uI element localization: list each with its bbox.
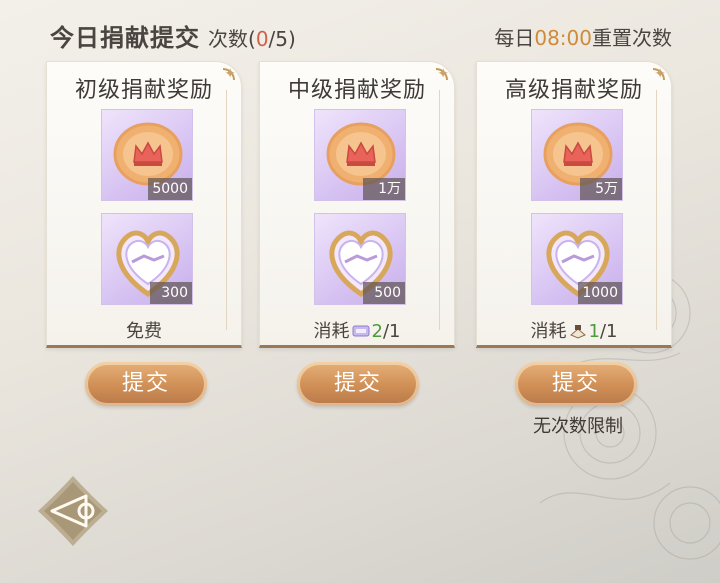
ticket-icon [352,325,369,337]
reset-time: 08:00 [534,26,592,50]
reward-item-coin[interactable]: 5000 [101,109,193,201]
item-quantity: 5万 [580,178,622,200]
item-quantity: 5000 [148,178,192,200]
item-quantity: 1万 [363,178,405,200]
reward-card-intermediate: ✦ 中级捐献奖励 1万 500 消耗 2/1 [259,61,455,348]
page-title: 今日捐献提交 [50,24,200,52]
submission-count: 次数(0/5) [208,27,296,51]
reward-item-coin[interactable]: 1万 [314,109,406,201]
reset-time-note: 每日08:00重置次数 [494,26,672,50]
no-limit-note: 无次数限制 [533,416,623,437]
cost-current: 1 [588,321,600,342]
reward-item-heart[interactable]: 300 [101,213,193,305]
submit-button-intermediate[interactable]: 提交 [297,362,419,406]
cost-current: 2 [371,321,383,342]
submit-button-advanced[interactable]: 提交 [515,362,637,406]
submit-button-basic[interactable]: 提交 [85,362,207,406]
card-title: 中级捐献奖励 [287,78,426,103]
card-border-line [656,90,657,330]
cost-label: 免费 [126,321,162,342]
back-arrow-icon[interactable] [34,472,112,550]
card-title: 初级捐献奖励 [74,78,213,103]
reward-card-advanced: ✦ 高级捐献奖励 5万 1000 消耗 1/1 [476,61,672,348]
card-border-line [226,90,227,330]
card-border-line [439,90,440,330]
item-quantity: 1000 [578,282,622,304]
reward-item-coin[interactable]: 5万 [531,109,623,201]
daily-donation-header: 今日捐献提交 次数(0/5) [50,18,296,53]
cost-label: 消耗 1/1 [530,321,618,342]
reward-item-heart[interactable]: 1000 [531,213,623,305]
item-quantity: 300 [150,282,192,304]
cost-total: /1 [599,321,618,342]
cost-total: /1 [382,321,401,342]
card-title: 高级捐献奖励 [504,78,643,103]
reward-item-heart[interactable]: 500 [314,213,406,305]
item-quantity: 500 [363,282,405,304]
reward-card-basic: ✦ 初级捐献奖励 5000 300 免费 [46,61,242,348]
count-used: 0 [255,27,269,51]
cost-label: 消耗 2/1 [313,321,401,342]
book-ticket-icon [569,325,586,339]
